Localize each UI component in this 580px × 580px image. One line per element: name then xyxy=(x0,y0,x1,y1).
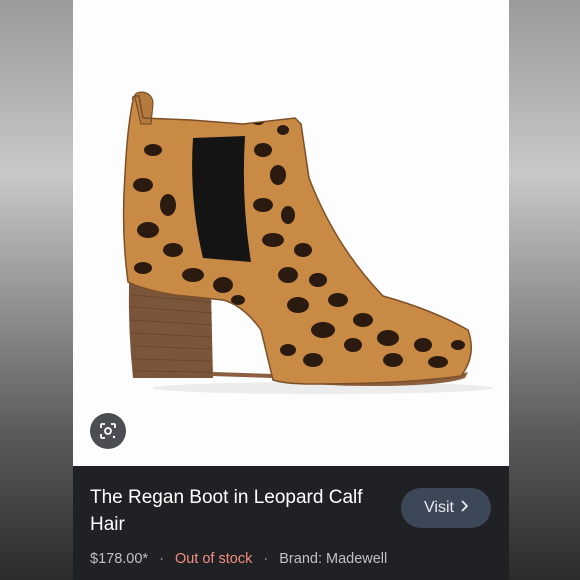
separator: · xyxy=(159,551,164,567)
left-blurred-edge xyxy=(0,0,73,580)
price: $178.00* xyxy=(90,551,149,567)
lens-search-icon[interactable] xyxy=(90,413,126,449)
product-info-panel: The Regan Boot in Leopard Calf Hair Visi… xyxy=(73,466,509,580)
product-meta: $178.00* · Out of stock · Brand: Madewel… xyxy=(90,551,387,567)
product-card: The Regan Boot in Leopard Calf Hair Visi… xyxy=(73,0,509,580)
separator: · xyxy=(263,551,269,567)
visit-label: Visit xyxy=(424,499,454,516)
right-blurred-edge xyxy=(509,0,580,580)
brand: Brand: Madewell xyxy=(279,551,388,567)
product-image[interactable] xyxy=(73,0,509,466)
product-title[interactable]: The Regan Boot in Leopard Calf Hair xyxy=(90,484,390,538)
visit-button[interactable]: Visit xyxy=(401,488,491,528)
stock-status: Out of stock xyxy=(174,551,253,567)
chevron-right-icon xyxy=(460,499,469,517)
boot-illustration xyxy=(122,91,493,394)
